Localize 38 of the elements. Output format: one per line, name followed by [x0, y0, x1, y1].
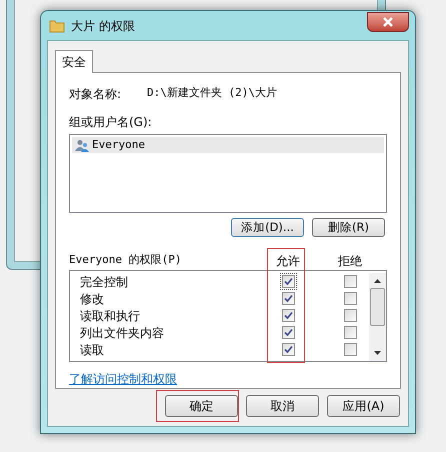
scroll-up-icon — [374, 279, 381, 283]
window-title: 大片 的权限 — [71, 18, 135, 34]
permission-name: 完全控制 — [79, 274, 129, 290]
object-name-value: D:\新建文件夹 (2)\大片 — [147, 85, 277, 101]
checkbox[interactable] — [344, 326, 356, 339]
group-list-item[interactable]: Everyone — [72, 137, 384, 153]
checkbox[interactable] — [282, 326, 294, 339]
scrollbar-thumb[interactable] — [370, 288, 385, 326]
checkbox[interactable] — [344, 292, 356, 305]
users-icon — [75, 138, 89, 152]
scrollbar[interactable] — [369, 273, 386, 361]
tab[interactable]: 安全 — [55, 50, 93, 73]
folder-icon — [49, 18, 65, 34]
permission-name: 列出文件夹内容 — [79, 324, 165, 342]
checkbox[interactable] — [282, 343, 294, 356]
dialog-button[interactable]: 添加(D)... — [231, 218, 304, 237]
dialog-button[interactable]: 删除(R) — [312, 218, 385, 237]
scroll-down-icon — [374, 351, 381, 355]
permission-name: 修改 — [79, 290, 105, 308]
help-link[interactable]: 了解访问控制和权限 — [69, 370, 177, 388]
dialog-button[interactable]: 应用(A) — [327, 395, 400, 417]
permission-name: 读取和执行 — [79, 308, 141, 324]
checkbox[interactable] — [282, 309, 294, 322]
column-header: 拒绝 — [337, 253, 363, 270]
dialog-button[interactable]: 取消 — [246, 395, 319, 417]
checkbox[interactable] — [344, 309, 356, 322]
group-list-label: 组或用户名(G): — [69, 114, 153, 131]
close-button[interactable] — [367, 12, 409, 32]
column-header: 允许 — [275, 253, 301, 270]
checkbox[interactable] — [282, 275, 294, 288]
checkbox[interactable] — [282, 292, 294, 305]
permission-name: 读取 — [79, 342, 105, 358]
close-icon — [383, 16, 393, 26]
dialog-button[interactable]: 确定 — [165, 395, 238, 417]
object-name-label: 对象名称: — [69, 86, 122, 103]
checkbox[interactable] — [344, 343, 356, 356]
permissions-label: Everyone 的权限(P) — [69, 252, 182, 268]
checkbox[interactable] — [344, 275, 356, 288]
